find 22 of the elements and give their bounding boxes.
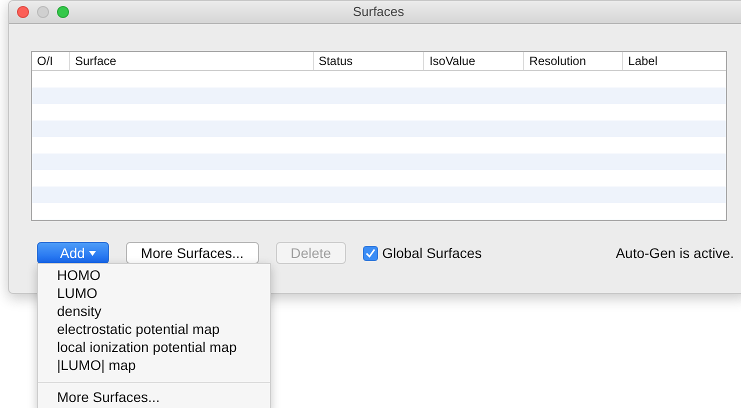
menu-item[interactable]: density [38,302,270,320]
close-button[interactable] [17,6,29,18]
checkbox[interactable] [363,246,378,260]
column-header[interactable]: Label [622,52,726,70]
status-text: Auto-Gen is active. [616,245,734,261]
menu-item[interactable]: electrostatic potential map [38,320,270,338]
column-header[interactable]: O/I [32,52,69,70]
menu-item[interactable]: |LUMO| map [38,356,270,374]
menu-item[interactable]: local ionization potential map [38,338,270,356]
menu-item[interactable]: LUMO [38,284,270,302]
zoom-button[interactable] [57,6,69,18]
menu-item[interactable]: HOMO [38,266,270,284]
column-header[interactable]: IsoValue [423,52,524,70]
column-header[interactable]: Status [312,52,424,70]
column-header[interactable]: Surface [68,52,313,70]
checkbox-label: Global Surfaces [382,245,482,261]
window-title: Surfaces [352,4,404,19]
column-header[interactable]: Resolution [523,52,622,70]
more-surfaces-button[interactable]: More Surfaces... [126,242,259,264]
caret-icon [88,250,96,256]
checkmark-icon [365,248,376,258]
add-button[interactable]: Add [37,242,109,264]
